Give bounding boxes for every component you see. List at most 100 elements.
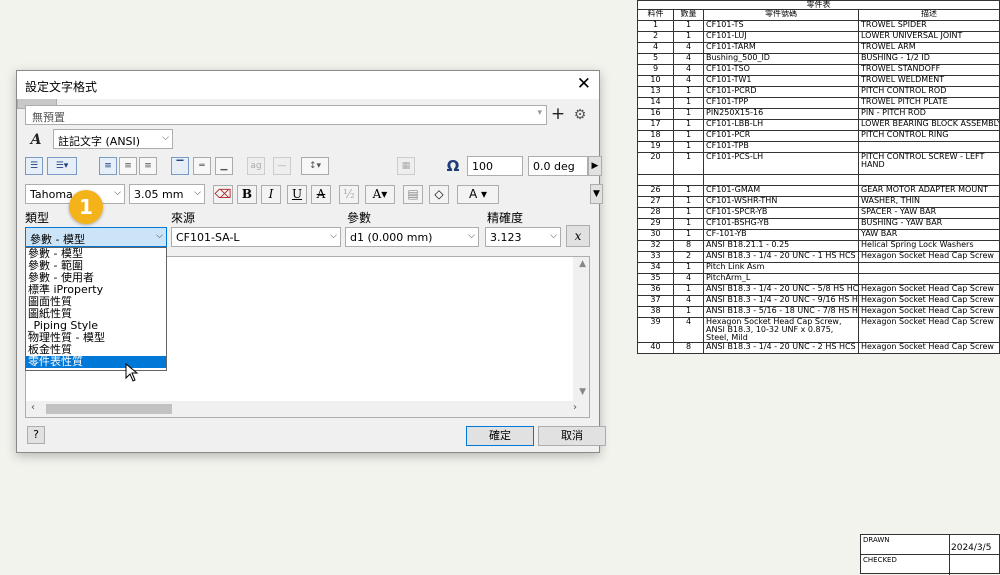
part-number-cell: CF101-PCR [703, 130, 859, 142]
dropdown-option[interactable]: _Piping Style [26, 320, 166, 332]
bold-button[interactable]: B [237, 185, 257, 204]
subscript-icon[interactable]: ½ [339, 185, 359, 204]
qty-cell: 4 [673, 64, 704, 76]
close-icon[interactable]: ✕ [577, 74, 591, 94]
chevron-down-icon[interactable]: ▼ [590, 184, 603, 204]
qty-cell: 1 [673, 108, 704, 120]
table-row: 9 4 CF101-TSO TROWEL STANDOFF [637, 64, 1000, 76]
add-preset-button[interactable]: + [549, 104, 567, 126]
item-cell: 27 [637, 196, 674, 208]
font-size-select[interactable]: 3.05 mm ⌵ [129, 184, 205, 204]
qty-cell: 2 [673, 251, 704, 263]
table-row: 19 1 CF101-TPB [637, 141, 1000, 153]
table-row: 16 1 PIN250X15-16 PIN - PITCH ROD [637, 108, 1000, 120]
table-row: 1 1 CF101-TS TROWEL SPIDER [637, 20, 1000, 32]
part-number-cell: CF101-BSHG-YB [703, 218, 859, 230]
qty-cell: 1 [673, 152, 704, 175]
dialog-titlebar[interactable]: 設定文字格式 ✕ [17, 71, 599, 99]
align-left-icon[interactable]: ≡ [99, 157, 117, 175]
bullet-list-icon[interactable]: ☰ [25, 157, 43, 175]
spacing-icon[interactable]: ▦ [397, 157, 415, 175]
table-row: 17 1 CF101-LBB-LH LOWER BEARING BLOCK ASSEM… [637, 119, 1000, 131]
item-cell: 13 [637, 86, 674, 98]
dropdown-option[interactable]: 圖紙性質 [26, 308, 166, 320]
parameter-label: 參數 [347, 211, 372, 225]
chevron-right-icon[interactable]: ▶ [588, 156, 602, 176]
ok-button[interactable]: 確定 [466, 426, 534, 446]
type-select[interactable]: 參數 - 模型 ⌵ [25, 227, 167, 247]
horizontal-scrollbar[interactable]: ‹ › [26, 401, 589, 417]
valign-bottom-icon[interactable]: ▁ [215, 157, 233, 175]
qty-cell: 1 [673, 20, 704, 32]
dropdown-option[interactable]: 參數 - 範圍 [26, 260, 166, 272]
parts-list-table: 零件表 料件 數量 零件號碼 描述 1 1 CF101-TS TROWEL SPIDE… [637, 0, 1000, 354]
qty-cell: 4 [673, 295, 704, 307]
scrollbar-thumb[interactable] [46, 404, 172, 414]
chevron-down-icon[interactable]: ▼ [579, 387, 586, 397]
add-parameter-button[interactable]: 𝑥 [566, 225, 590, 247]
align-right-icon[interactable]: ≡ [139, 157, 157, 175]
dropdown-option[interactable]: 板金性質 [26, 344, 166, 356]
item-cell: 34 [637, 262, 674, 274]
dropdown-option[interactable]: 參數 - 使用者 [26, 272, 166, 284]
description-cell: TROWEL PITCH PLATE [858, 97, 1000, 109]
parameter-select[interactable]: d1 (0.000 mm) ⌵ [345, 227, 479, 247]
dropdown-option[interactable]: 圖面性質 [26, 296, 166, 308]
insert-line-icon[interactable]: — [273, 157, 291, 175]
header-description: 描述 [858, 9, 1000, 21]
chevron-left-icon[interactable]: ‹ [31, 402, 35, 413]
text-case-icon[interactable]: A▾ [365, 185, 395, 204]
text-style-icon: A [30, 132, 42, 148]
step-badge: 1 [69, 190, 103, 224]
precision-select[interactable]: 3.123 ⌵ [485, 227, 561, 247]
item-cell: 10 [637, 75, 674, 87]
dropdown-option[interactable]: 標準 iProperty [26, 284, 166, 296]
numbered-list-icon[interactable]: ☰▾ [47, 157, 77, 175]
qty-cell: 4 [673, 273, 704, 285]
dropdown-option[interactable]: 物理性質 - 模型 [26, 332, 166, 344]
source-select[interactable]: CF101-SA-L ⌵ [171, 227, 341, 247]
table-row: 40 8 ANSI B18.3 - 1/4 - 20 UNC - 2 HS HCS H… [637, 342, 1000, 354]
symbol-icon[interactable]: ▤ [403, 185, 423, 204]
description-cell: PITCH CONTROL ROD [858, 86, 1000, 98]
table-row: 29 1 CF101-BSHG-YB BUSHING - YAW BAR [637, 218, 1000, 230]
part-number-cell [703, 174, 859, 186]
align-center-icon[interactable]: ≡ [119, 157, 137, 175]
part-number-cell: CF101-TARM [703, 42, 859, 54]
line-spacing-icon[interactable]: ↕▾ [301, 157, 329, 175]
underline-button[interactable]: U [287, 185, 307, 204]
font-size-value: 3.05 mm [134, 188, 184, 201]
case-label: A [468, 187, 478, 201]
qty-cell: 1 [673, 306, 704, 318]
preset-select[interactable]: 無預置 ▾ [25, 105, 547, 125]
valign-middle-icon[interactable]: ═ [193, 157, 211, 175]
header-item: 料件 [637, 9, 674, 21]
source-label: 來源 [171, 211, 196, 225]
italic-button[interactable]: I [261, 185, 281, 204]
help-button[interactable]: ? [27, 426, 45, 444]
dropdown-option[interactable]: 零件表性質 [26, 356, 166, 368]
case-button[interactable]: A ▾ [457, 185, 499, 204]
item-cell: 20 [637, 152, 674, 175]
valign-top-icon[interactable]: ▔ [171, 157, 189, 175]
description-cell: TROWEL ARM [858, 42, 1000, 54]
strikethrough-button[interactable]: A [311, 185, 331, 204]
text-style-select[interactable]: 註記文字 (ANSI) ⌵ [53, 129, 173, 149]
cancel-button[interactable]: 取消 [538, 426, 606, 446]
eraser-icon[interactable]: ⌫ [213, 185, 233, 204]
dropdown-option[interactable]: 參數 - 模型 [26, 248, 166, 260]
rotation-angle-input[interactable]: 0.0 deg [528, 156, 588, 176]
table-row: 36 1 ANSI B18.3 - 1/4 - 20 UNC - 5/8 HS HC… [637, 284, 1000, 296]
item-cell: 9 [637, 64, 674, 76]
description-cell: WASHER, THIN [858, 196, 1000, 208]
table-row: 30 1 CF-101-YB YAW BAR [637, 229, 1000, 241]
chevron-right-icon[interactable]: › [573, 402, 577, 413]
vertical-scrollbar[interactable]: ▲ ▼ [573, 257, 589, 403]
item-cell: 40 [637, 342, 674, 354]
description-cell: PITCH CONTROL RING [858, 130, 1000, 142]
stack-icon[interactable]: ag [247, 157, 265, 175]
width-scale-input[interactable]: 100 [467, 156, 523, 176]
chevron-up-icon[interactable]: ▲ [579, 259, 586, 269]
fill-icon[interactable]: ◇ [429, 185, 449, 204]
gear-icon[interactable]: ⚙ [571, 104, 589, 126]
